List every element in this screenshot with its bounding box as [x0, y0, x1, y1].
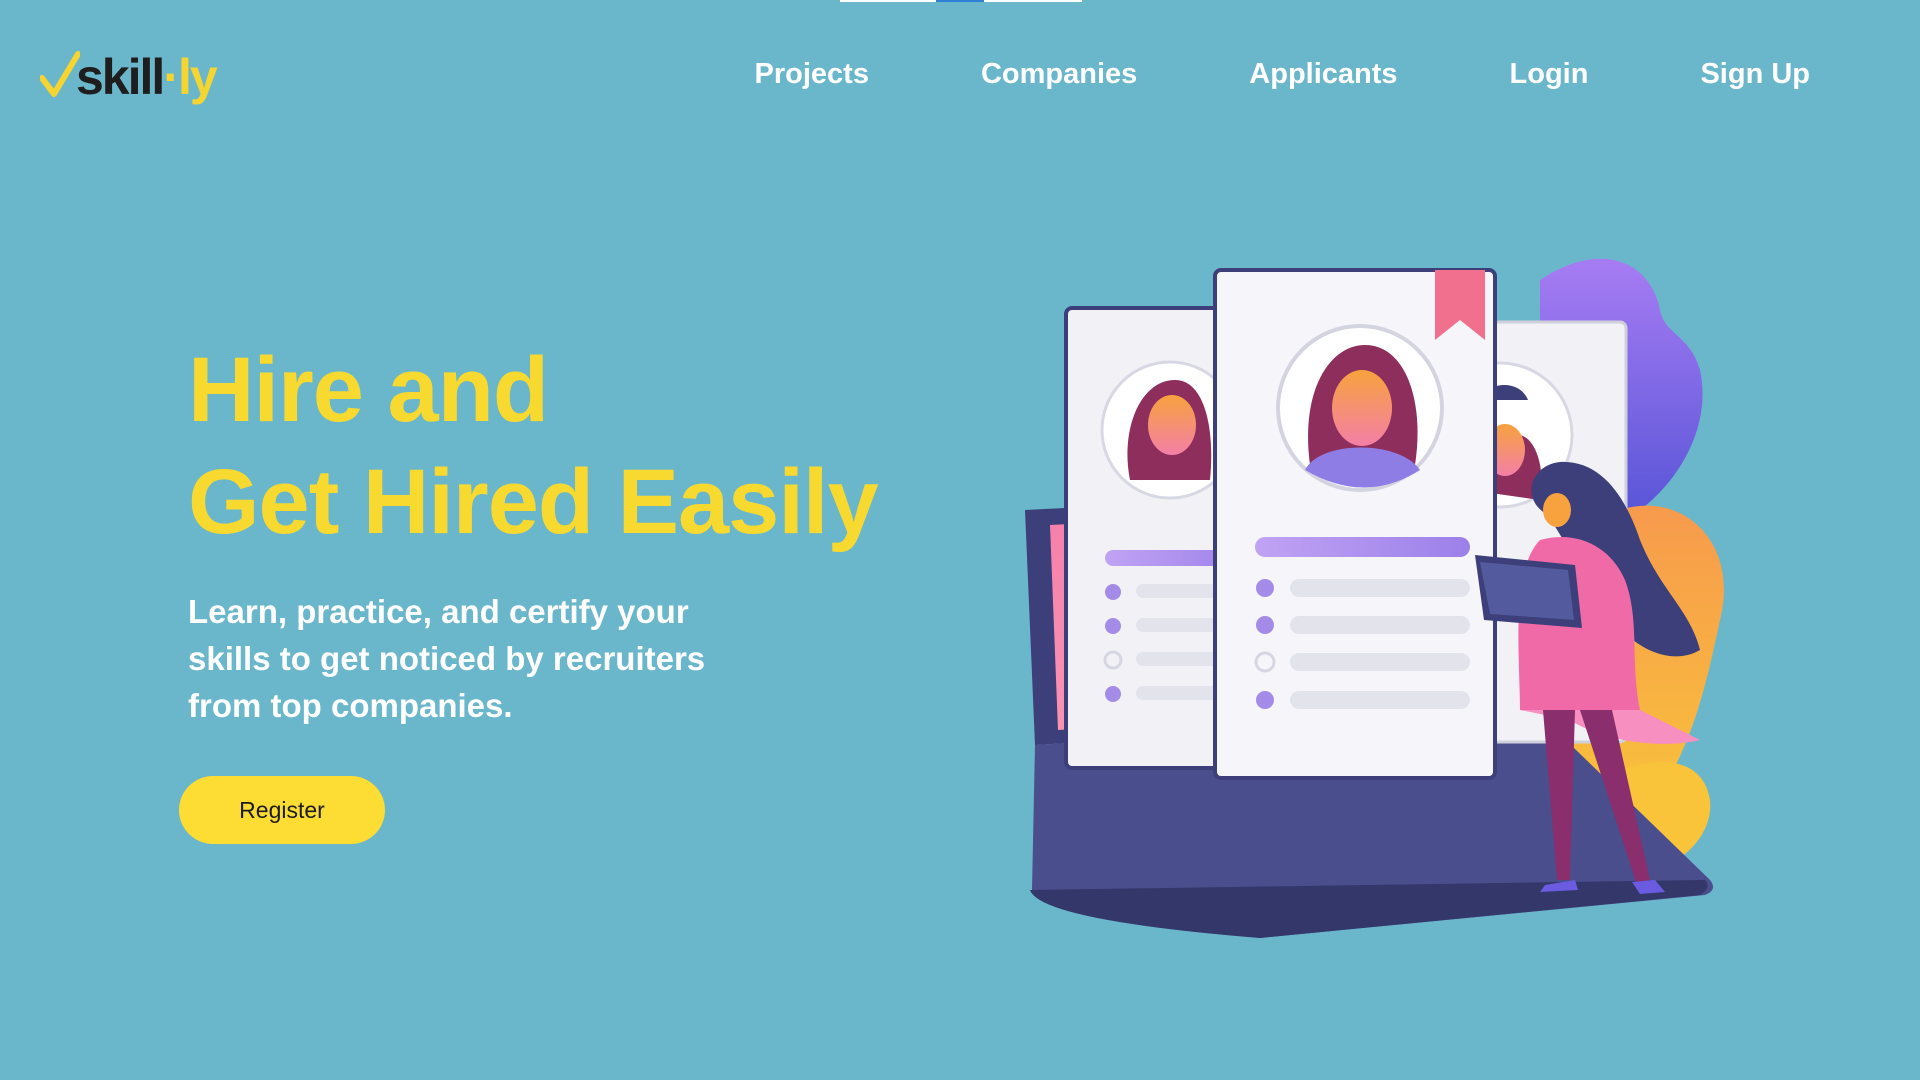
logo[interactable]: skill·ly — [40, 40, 218, 114]
nav-login[interactable]: Login — [1510, 54, 1589, 94]
main-nav: Projects Companies Applicants Login Sign… — [755, 54, 1811, 94]
hero-title-line1: Hire and — [188, 339, 549, 441]
nav-signup[interactable]: Sign Up — [1700, 54, 1810, 94]
logo-dot: · — [163, 49, 180, 105]
hero-title-line2: Get Hired Easily — [188, 451, 879, 553]
register-button[interactable]: Register — [179, 776, 385, 844]
resume-cards-illustration — [1025, 258, 1724, 938]
logo-wordmark: skill·ly — [76, 49, 218, 105]
landing-page: skill·ly Projects Companies Applicants L… — [0, 0, 1920, 1080]
nav-projects[interactable]: Projects — [755, 54, 869, 94]
nav-applicants[interactable]: Applicants — [1249, 54, 1397, 94]
nav-companies[interactable]: Companies — [981, 54, 1137, 94]
logo-prefix: skill — [76, 49, 165, 105]
slide-indicator-active — [936, 0, 984, 2]
logo-suffix: ly — [177, 49, 218, 105]
hero-subtitle: Learn, practice, and certify your skills… — [188, 593, 706, 724]
hero-title: Hire and Get Hired Easily — [188, 334, 879, 558]
slide-indicator — [840, 0, 1082, 2]
checkmark-icon — [40, 51, 80, 97]
